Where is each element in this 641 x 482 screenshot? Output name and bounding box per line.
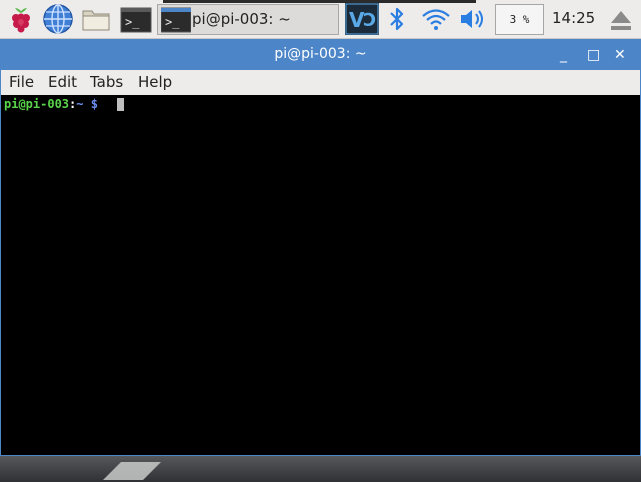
terminal-output-area[interactable]: pi@pi-003:~ $ — [1, 95, 640, 455]
terminal-launcher-icon[interactable]: >_ — [120, 3, 152, 35]
vnc-server-icon[interactable]: V C — [345, 3, 379, 35]
maximize-button[interactable]: □ — [587, 47, 600, 63]
task-button-label: pi@pi-003: ~ — [192, 10, 291, 28]
menu-file[interactable]: File — [9, 73, 34, 91]
close-button[interactable]: ✕ — [614, 47, 626, 63]
menu-help[interactable]: Help — [138, 73, 172, 91]
taskbar: >_ >_ pi@pi-003: ~ V C 3 % 14:25 — [0, 0, 641, 39]
terminal-icon: >_ — [160, 7, 192, 37]
shell-prompt: pi@pi-003:~ $ — [4, 97, 98, 111]
window-titlebar[interactable]: pi@pi-003: ~ _ □ ✕ — [1, 40, 640, 70]
eject-icon[interactable] — [609, 9, 633, 35]
svg-text:>_: >_ — [125, 15, 140, 29]
minimize-button[interactable]: _ — [560, 47, 567, 63]
desktop-wallpaper-road — [0, 455, 641, 482]
window-title: pi@pi-003: ~ — [274, 46, 367, 62]
taskbar-terminal-task-button[interactable]: >_ pi@pi-003: ~ — [157, 4, 339, 35]
menu-edit[interactable]: Edit — [48, 73, 77, 91]
taskbar-accent-line — [163, 0, 476, 3]
cpu-usage-monitor[interactable]: 3 % — [495, 4, 544, 35]
wifi-icon[interactable] — [421, 7, 451, 35]
prompt-path: ~ — [76, 97, 84, 111]
raspberry-menu-icon[interactable] — [5, 3, 37, 35]
menu-tabs[interactable]: Tabs — [90, 73, 123, 91]
text-cursor — [117, 98, 124, 111]
volume-icon[interactable] — [459, 7, 487, 35]
web-browser-icon[interactable] — [42, 3, 74, 35]
clock[interactable]: 14:25 — [552, 9, 595, 27]
svg-text:>_: >_ — [165, 15, 180, 29]
svg-text:C: C — [363, 8, 376, 29]
menu-bar: File Edit Tabs Help — [1, 70, 640, 95]
bluetooth-icon[interactable] — [386, 5, 408, 37]
prompt-dollar: $ — [83, 97, 98, 111]
file-manager-icon[interactable] — [80, 3, 112, 35]
svg-text:V: V — [349, 8, 365, 32]
terminal-window: pi@pi-003: ~ _ □ ✕ File Edit Tabs Help p… — [0, 39, 641, 456]
prompt-user-host: pi@pi-003 — [4, 97, 70, 111]
